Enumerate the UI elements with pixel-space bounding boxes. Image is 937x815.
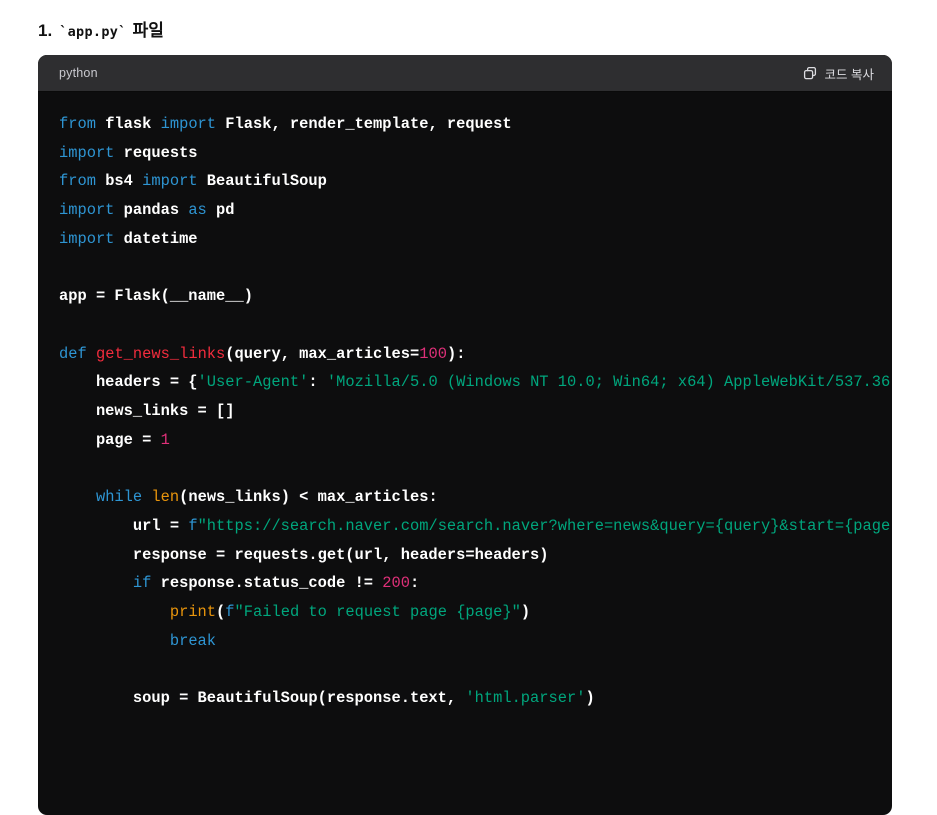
copy-icon: [802, 65, 818, 81]
code-block: python 코드 복사 from flask import Flask, re…: [38, 55, 892, 815]
code-line: url = f"https://search.naver.com/search.…: [59, 516, 891, 535]
code-line: def get_news_links(query, max_articles=1…: [59, 344, 466, 363]
code-line: import requests: [59, 143, 198, 162]
section-heading: 1. `app.py` 파일: [38, 16, 164, 41]
code-line: import pandas as pd: [59, 201, 235, 220]
code-line: while len(news_links) < max_articles:: [95, 488, 438, 507]
code-language-label: python: [59, 66, 98, 80]
code-line: headers = {'User-Agent': 'Mozilla/5.0 (W…: [59, 373, 891, 392]
code-block-header: python 코드 복사: [38, 55, 892, 92]
code-line: break: [169, 631, 217, 650]
heading-inline-code: `app.py`: [59, 24, 127, 40]
copy-button-label: 코드 복사: [824, 67, 874, 82]
code-line: from flask import Flask, render_template…: [59, 115, 512, 133]
code-content: from flask import Flask, render_template…: [38, 92, 892, 731]
code-line: soup = BeautifulSoup(response.text, 'htm…: [59, 689, 595, 708]
code-line: app = Flask(__name__): [59, 287, 253, 306]
copy-code-button[interactable]: 코드 복사: [802, 64, 874, 83]
code-line: news_links = []: [59, 402, 235, 421]
code-line: response = requests.get(url, headers=hea…: [59, 545, 549, 564]
code-line: page = 1: [59, 430, 170, 449]
code-line: from bs4 import BeautifulSoup: [59, 172, 327, 191]
code-line: if response.status_code != 200:: [132, 574, 420, 593]
code-line: print(f"Failed to request page {page}"): [169, 602, 531, 621]
code-line: import datetime: [59, 229, 198, 248]
heading-suffix: 파일: [132, 21, 164, 40]
heading-number: 1.: [38, 21, 53, 40]
code-root: from flask import Flask, render_template…: [59, 110, 892, 713]
